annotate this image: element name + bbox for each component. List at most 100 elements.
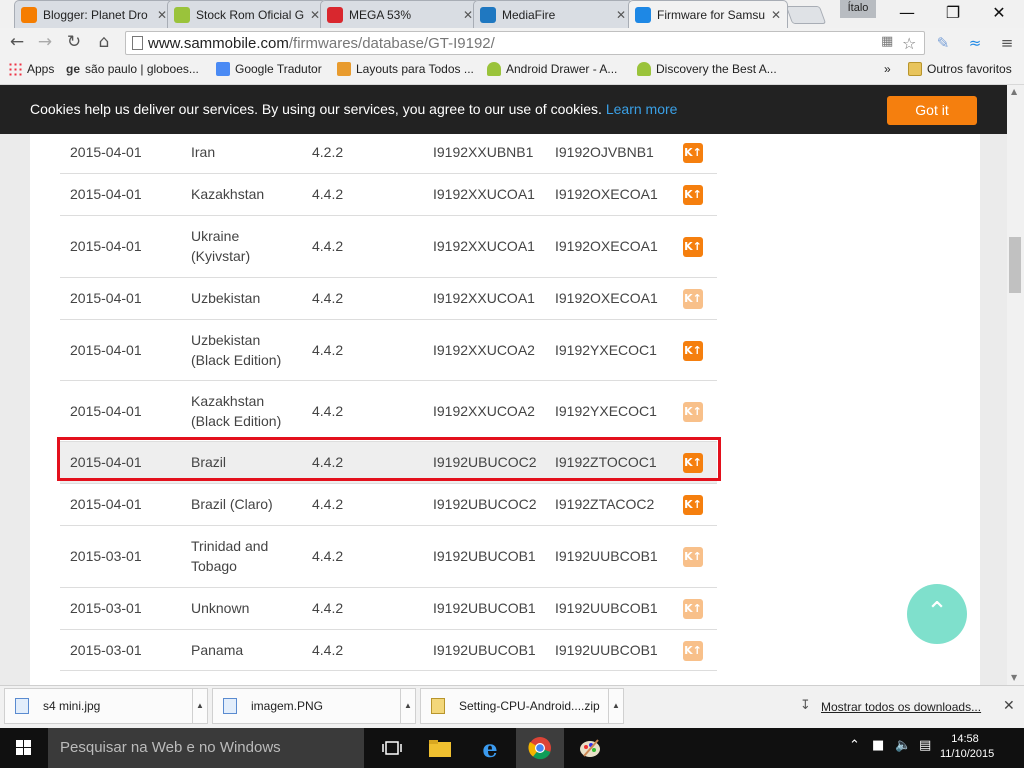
tab-android[interactable]: Stock Rom Oficial G ✕ xyxy=(167,0,327,28)
tab-close-icon[interactable]: ✕ xyxy=(616,8,626,22)
firmware-android-version: 4.4.2 xyxy=(302,319,423,381)
notifications-icon[interactable]: ▤ xyxy=(919,738,931,753)
chevron-up-icon[interactable]: ⌃ xyxy=(849,738,860,753)
tab-close-icon[interactable]: ✕ xyxy=(771,8,781,22)
maximize-button[interactable]: ❐ xyxy=(930,2,976,24)
taskbar-clock[interactable]: 14:58 11/10/2015 xyxy=(940,732,994,762)
table-row[interactable]: 2015-04-01 Kazakhstan (Black Edition) 4.4.2… xyxy=(60,380,717,442)
chevron-down-icon[interactable]: ▲ xyxy=(608,689,623,723)
bookmarks-overflow-button[interactable]: » xyxy=(884,62,891,76)
tab-sammobile[interactable]: Firmware for Samsu ✕ xyxy=(628,0,788,28)
extension-sync-icon[interactable]: ≈ xyxy=(966,34,984,52)
tab-close-icon[interactable]: ✕ xyxy=(157,8,167,22)
kitkat-badge-icon[interactable]: K↑ xyxy=(683,401,703,422)
table-row[interactable]: 2015-04-01 Brazil (Claro) 4.4.2 I9192UBUCOC… xyxy=(60,483,717,526)
table-row[interactable]: 2015-03-01 Panama 4.4.2 I9192UBUCOB1 I9192UU… xyxy=(60,629,717,671)
menu-icon[interactable]: ≡ xyxy=(998,34,1016,52)
bookmark-star-icon[interactable]: ☆ xyxy=(902,34,916,53)
scroll-down-arrow[interactable]: ▼ xyxy=(1011,673,1017,682)
home-icon[interactable]: ⌂ xyxy=(93,32,115,52)
kitkat-badge-icon[interactable]: K↑ xyxy=(683,185,703,205)
bookmark-google-tradutor[interactable]: Google Tradutor xyxy=(216,62,322,76)
tab-close-icon[interactable]: ✕ xyxy=(463,8,473,22)
firmware-android-version: 4.4.2 xyxy=(302,587,423,630)
scroll-to-top-button[interactable]: ⌃ xyxy=(907,584,967,644)
firmware-csc-text: I9192YXECOC1 xyxy=(555,341,657,358)
scrollbar-thumb[interactable] xyxy=(1009,237,1021,293)
firmware-android-version-text: 4.4.2 xyxy=(312,290,344,306)
show-all-downloads-link[interactable]: Mostrar todos os downloads... xyxy=(821,700,981,714)
translate-page-icon[interactable]: ▦ xyxy=(881,34,893,49)
firmware-pda-text: I9192XXUCOA1 xyxy=(433,186,535,202)
tab-blogger[interactable]: Blogger: Planet Dro ✕ xyxy=(14,0,174,28)
firmware-badge-cell: K↑ xyxy=(673,380,717,442)
download-item[interactable]: imagem.PNG ▲ xyxy=(212,688,416,724)
firmware-android-version: 4.4.2 xyxy=(302,173,423,216)
file-explorer-button[interactable] xyxy=(416,728,464,768)
chevron-down-icon[interactable]: ▲ xyxy=(400,689,415,723)
download-item[interactable]: Setting-CPU-Android....zip ▲ xyxy=(420,688,624,724)
start-button[interactable] xyxy=(0,728,48,768)
back-icon[interactable]: ← xyxy=(6,32,28,52)
edge-button[interactable]: e xyxy=(466,728,514,768)
volume-icon[interactable]: 🔈 xyxy=(895,738,911,753)
bookmark-apps[interactable]: Apps xyxy=(8,62,54,76)
tab-mega[interactable]: MEGA 53% ✕ xyxy=(320,0,480,28)
bookmark-android-drawer[interactable]: Android Drawer - A... xyxy=(487,62,617,76)
other-bookmarks-folder[interactable]: Outros favoritos xyxy=(908,62,1012,76)
paint-button[interactable] xyxy=(566,728,614,768)
tab-close-icon[interactable]: ✕ xyxy=(310,8,320,22)
apps-grid-icon xyxy=(8,62,22,76)
profile-button[interactable]: Ítalo xyxy=(840,0,876,18)
forward-icon[interactable]: → xyxy=(34,32,56,52)
firmware-csc-text: I9192UUBCOB1 xyxy=(555,600,658,616)
vertical-scrollbar[interactable]: ▲ ▼ xyxy=(1007,85,1024,685)
firmware-region-text: Kazakhstan xyxy=(191,392,265,409)
kitkat-badge-icon[interactable]: K↑ xyxy=(683,340,703,361)
table-row[interactable]: 2015-04-01 Ukraine (Kyivstar) 4.4.2 I9192XXU… xyxy=(60,215,717,278)
bookmark-layouts[interactable]: Layouts para Todos ... xyxy=(337,62,474,76)
kitkat-badge-icon[interactable]: K↑ xyxy=(683,640,703,661)
kitkat-badge-icon[interactable]: K↑ xyxy=(683,547,703,567)
reload-icon[interactable]: ↻ xyxy=(63,32,85,52)
got-it-button[interactable]: Got it xyxy=(887,96,977,125)
bookmark-globo[interactable]: ge são paulo | globoes... xyxy=(66,62,199,76)
close-window-button[interactable]: ✕ xyxy=(976,2,1022,24)
bookmark-discovery[interactable]: Discovery the Best A... xyxy=(637,62,777,76)
kitkat-badge-icon[interactable]: K↑ xyxy=(683,495,703,515)
chrome-button[interactable] xyxy=(516,728,564,768)
download-item[interactable]: s4 mini.jpg ▲ xyxy=(4,688,208,724)
table-row[interactable]: 2015-04-01 Uzbekistan (Black Edition) 4.4.2… xyxy=(60,319,717,381)
extension-pen-icon[interactable]: ✎ xyxy=(934,34,952,52)
firmware-region-text: Iran xyxy=(191,143,216,160)
windows-taskbar: Pesquisar na Web e no Windows e ⌃ ■ 🔈 ▤ … xyxy=(0,728,1024,768)
chevron-down-icon[interactable]: ▲ xyxy=(192,689,207,723)
task-view-button[interactable] xyxy=(368,728,416,768)
firmware-region-text: Unknown xyxy=(191,600,250,616)
learn-more-link[interactable]: Learn more xyxy=(606,101,678,117)
task-view-icon xyxy=(382,741,402,755)
table-row[interactable]: 2015-03-01 Trinidad and Tobago 4.4.2 I9192UB… xyxy=(60,525,717,588)
firmware-pda: I9192UBUCOB1 xyxy=(423,629,545,671)
address-bar[interactable]: www.sammobile.com/firmwares/database/GT-… xyxy=(125,31,925,55)
table-row[interactable]: 2015-04-01 Kazakhstan 4.4.2 I9192XXUCOA1 I91… xyxy=(60,173,717,216)
firmware-pda-text: I9192XXUBNB1 xyxy=(433,143,534,160)
firmware-csc: I9192UUBCOB1 xyxy=(545,525,673,588)
new-tab-button[interactable] xyxy=(785,6,827,24)
taskbar-search-box[interactable]: Pesquisar na Web e no Windows xyxy=(48,728,364,768)
firmware-date: 2015-04-01 xyxy=(60,277,181,320)
edge-icon: e xyxy=(482,733,498,763)
kitkat-badge-icon[interactable]: K↑ xyxy=(683,289,703,309)
sammobile-icon xyxy=(635,6,651,23)
kitkat-badge-icon[interactable]: K↑ xyxy=(683,142,703,163)
tab-mediafire[interactable]: MediaFire ✕ xyxy=(473,0,633,28)
minimize-button[interactable]: — xyxy=(884,2,930,24)
antivirus-tray-icon[interactable]: ■ xyxy=(872,738,884,753)
table-row[interactable]: 2015-04-01 Uzbekistan 4.4.2 I9192XXUCOA1 I91… xyxy=(60,277,717,320)
close-downloads-icon[interactable]: ✕ xyxy=(1003,698,1015,714)
table-row[interactable]: 2015-04-01 Iran 4.2.2 I9192XXUBNB1 I9192OJVB… xyxy=(60,131,717,174)
kitkat-badge-icon[interactable]: K↑ xyxy=(683,237,703,257)
scroll-up-arrow[interactable]: ▲ xyxy=(1011,87,1017,96)
kitkat-badge-icon[interactable]: K↑ xyxy=(683,599,703,619)
table-row[interactable]: 2015-03-01 Unknown 4.4.2 I9192UBUCOB1 I9192U… xyxy=(60,587,717,630)
